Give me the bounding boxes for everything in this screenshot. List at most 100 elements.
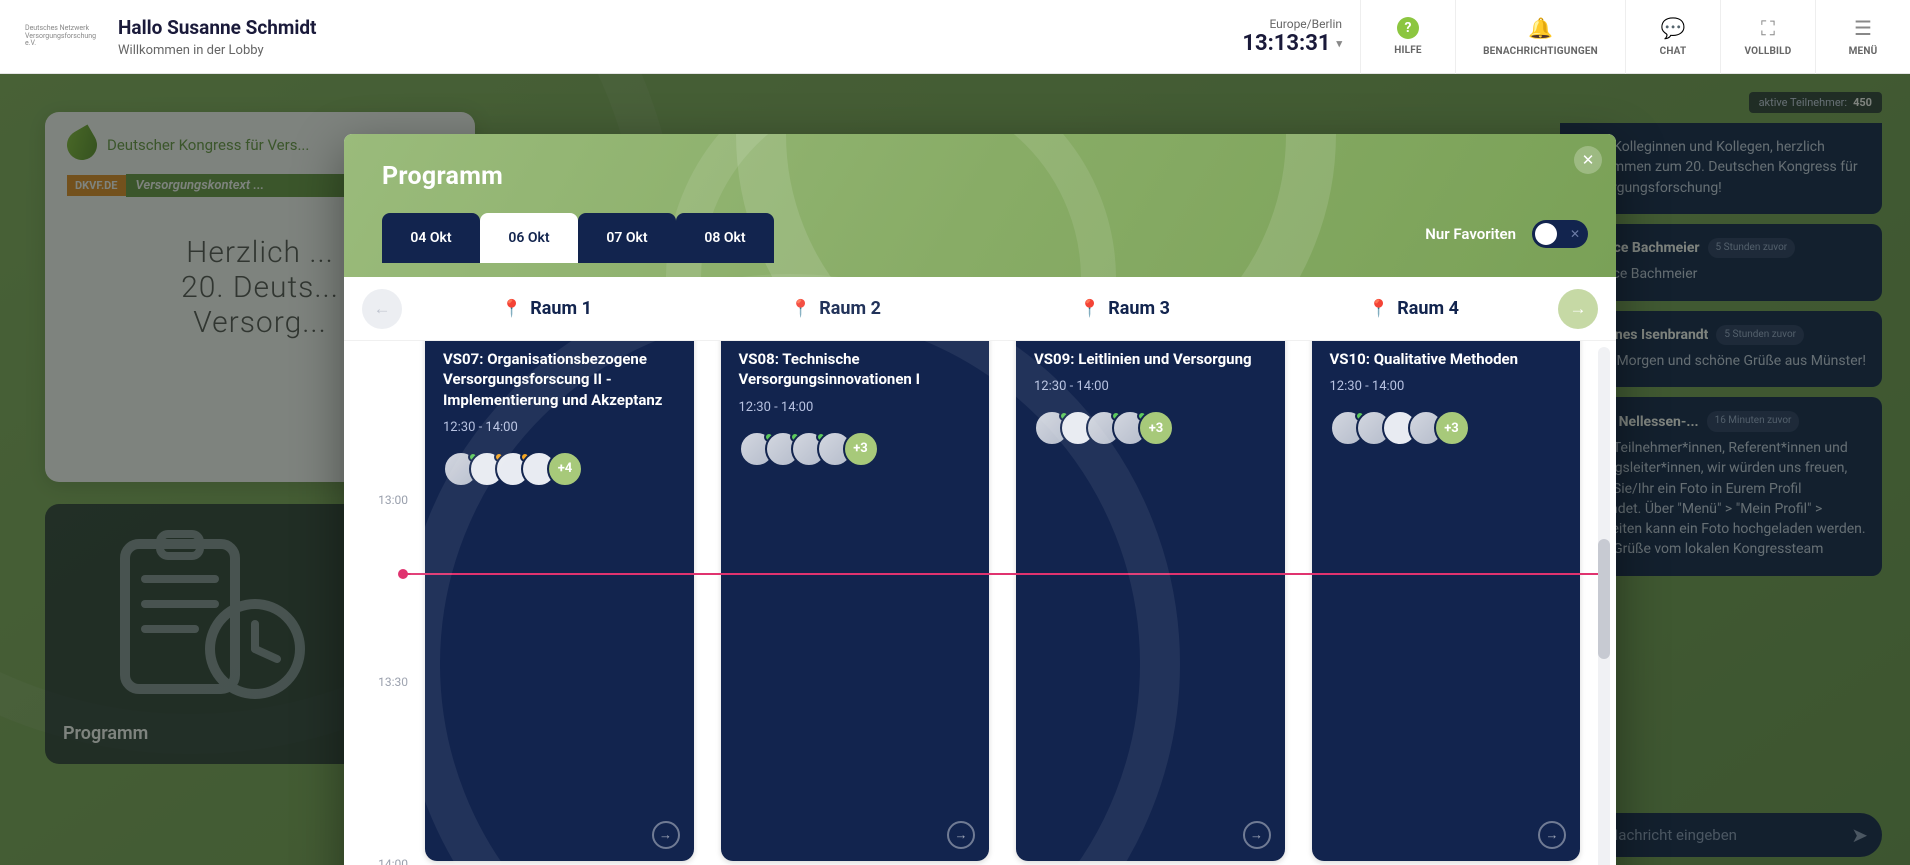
avatar <box>765 431 801 467</box>
event-title: VS08: Technische Versorgungsinnovationen… <box>739 349 972 390</box>
event-time: 12:30 - 14:00 <box>1330 379 1563 394</box>
event-card[interactable]: VS10: Qualitative Methoden 12:30 - 14:00… <box>1312 341 1581 861</box>
clock-time: 13:13:31 <box>1242 31 1330 56</box>
menu-label: MENÜ <box>1849 46 1878 57</box>
time-label-1400: 14:00 <box>378 857 408 865</box>
hamburger-icon: ☰ <box>1854 16 1872 40</box>
modal-title: Programm <box>382 162 1578 191</box>
menu-button[interactable]: ☰ MENÜ <box>1815 0 1910 74</box>
avatar <box>521 451 557 487</box>
favorites-filter: Nur Favoriten ✕ <box>1425 220 1588 248</box>
status-dot-icon <box>816 432 826 442</box>
chevron-down-icon: ▾ <box>1336 37 1342 50</box>
help-icon: ? <box>1397 17 1419 39</box>
tab-date-1[interactable]: 06 Okt <box>480 213 578 263</box>
event-card[interactable]: VS09: Leitlinien und Versorgung 12:30 - … <box>1016 341 1285 861</box>
arrow-right-icon: → <box>1546 827 1559 843</box>
open-event-button[interactable]: → <box>652 821 680 849</box>
pin-icon: 📍 <box>1079 299 1100 319</box>
time-label-1300: 13:00 <box>378 493 408 507</box>
timezone-label: Europe/Berlin <box>1242 17 1342 31</box>
avatar-more[interactable]: +3 <box>1434 410 1470 446</box>
time-axis: 13:00 13:30 14:00 <box>344 341 418 865</box>
avatar <box>1060 410 1096 446</box>
arrow-right-icon: → <box>1570 299 1587 319</box>
event-card[interactable]: VS07: Organisationsbezogene Versorgungsf… <box>425 341 694 861</box>
arrow-right-icon: → <box>659 827 672 843</box>
tab-date-2[interactable]: 07 Okt <box>578 213 676 263</box>
tab-date-3[interactable]: 08 Okt <box>676 213 774 263</box>
clock: 13:13:31 ▾ <box>1242 31 1342 56</box>
avatar <box>495 451 531 487</box>
fullscreen-icon: ⛶ <box>1761 16 1775 40</box>
event-time: 12:30 - 14:00 <box>739 400 972 415</box>
notifications-button[interactable]: 🔔 BENACHRICHTIGUNGEN <box>1455 0 1625 74</box>
arrow-right-icon: → <box>1250 827 1263 843</box>
event-card[interactable]: VS08: Technische Versorgungsinnovationen… <box>721 341 990 861</box>
avatar <box>739 431 775 467</box>
fullscreen-label: VOLLBILD <box>1744 46 1791 57</box>
modal-header: ✕ Programm 04 Okt 06 Okt 07 Okt 08 Okt N… <box>344 134 1616 277</box>
pin-icon: 📍 <box>790 299 811 319</box>
time-label-1330: 13:30 <box>378 675 408 689</box>
room-header-2: 📍 Raum 2 <box>691 298 980 319</box>
speaker-avatars: +3 <box>1330 410 1563 446</box>
scrollbar-thumb[interactable] <box>1598 539 1610 659</box>
event-title: VS07: Organisationsbezogene Versorgungsf… <box>443 349 676 410</box>
status-dot-icon <box>494 452 504 462</box>
favorites-label: Nur Favoriten <box>1425 225 1516 243</box>
notifications-label: BENACHRICHTIGUNGEN <box>1483 46 1598 57</box>
schedule-grid[interactable]: 13:00 13:30 14:00 VS07: Organisationsbez… <box>344 341 1616 865</box>
help-label: HILFE <box>1394 45 1422 56</box>
schedule-scrollbar[interactable] <box>1598 347 1610 865</box>
current-time-indicator <box>404 573 1598 575</box>
rooms-next-button[interactable]: → <box>1558 289 1598 329</box>
avatar <box>791 431 827 467</box>
tab-date-0[interactable]: 04 Okt <box>382 213 480 263</box>
room-label: Raum 1 <box>530 298 592 319</box>
favorites-toggle[interactable]: ✕ <box>1532 220 1588 248</box>
close-icon: ✕ <box>1582 151 1595 169</box>
event-title: VS09: Leitlinien und Versorgung <box>1034 349 1267 369</box>
speaker-avatars: +3 <box>1034 410 1267 446</box>
room-label: Raum 4 <box>1397 298 1459 319</box>
open-event-button[interactable]: → <box>1538 821 1566 849</box>
status-dot-icon <box>764 432 774 442</box>
room-label: Raum 2 <box>819 298 881 319</box>
rooms-prev-button[interactable]: ← <box>362 289 402 329</box>
room-header-3: 📍 Raum 3 <box>980 298 1269 319</box>
status-dot-icon <box>790 432 800 442</box>
room-label: Raum 3 <box>1108 298 1170 319</box>
avatar-more[interactable]: +4 <box>547 451 583 487</box>
open-event-button[interactable]: → <box>1243 821 1271 849</box>
avatar-more[interactable]: +3 <box>1138 410 1174 446</box>
avatar <box>817 431 853 467</box>
avatar <box>469 451 505 487</box>
fullscreen-button[interactable]: ⛶ VOLLBILD <box>1720 0 1815 74</box>
lane-room-3: VS09: Leitlinien und Versorgung 12:30 - … <box>1009 341 1291 865</box>
room-header-1: 📍 Raum 1 <box>402 298 691 319</box>
open-event-button[interactable]: → <box>947 821 975 849</box>
event-time: 12:30 - 14:00 <box>1034 379 1267 394</box>
pin-icon: 📍 <box>501 299 522 319</box>
date-tabs: 04 Okt 06 Okt 07 Okt 08 Okt <box>382 213 1578 263</box>
lane-room-2: VS08: Technische Versorgungsinnovationen… <box>714 341 996 865</box>
status-dot-icon <box>520 452 530 462</box>
programm-modal: ✕ Programm 04 Okt 06 Okt 07 Okt 08 Okt N… <box>344 134 1616 865</box>
lane-room-1: VS07: Organisationsbezogene Versorgungsf… <box>418 341 700 865</box>
chat-button[interactable]: 💬 CHAT <box>1625 0 1720 74</box>
toggle-knob <box>1535 223 1557 245</box>
close-button[interactable]: ✕ <box>1574 146 1602 174</box>
avatar <box>443 451 479 487</box>
event-time: 12:30 - 14:00 <box>443 420 676 435</box>
header-actions: Europe/Berlin 13:13:31 ▾ ? HILFE 🔔 BENAC… <box>1224 0 1910 73</box>
clock-block[interactable]: Europe/Berlin 13:13:31 ▾ <box>1224 17 1360 56</box>
chat-label: CHAT <box>1660 46 1687 57</box>
help-button[interactable]: ? HILFE <box>1360 0 1455 74</box>
chat-icon: 💬 <box>1661 16 1686 40</box>
arrow-left-icon: ← <box>374 299 391 319</box>
room-header-4: 📍 Raum 4 <box>1269 298 1558 319</box>
speaker-avatars: +4 <box>443 451 676 487</box>
pin-icon: 📍 <box>1368 299 1389 319</box>
avatar-more[interactable]: +3 <box>843 431 879 467</box>
